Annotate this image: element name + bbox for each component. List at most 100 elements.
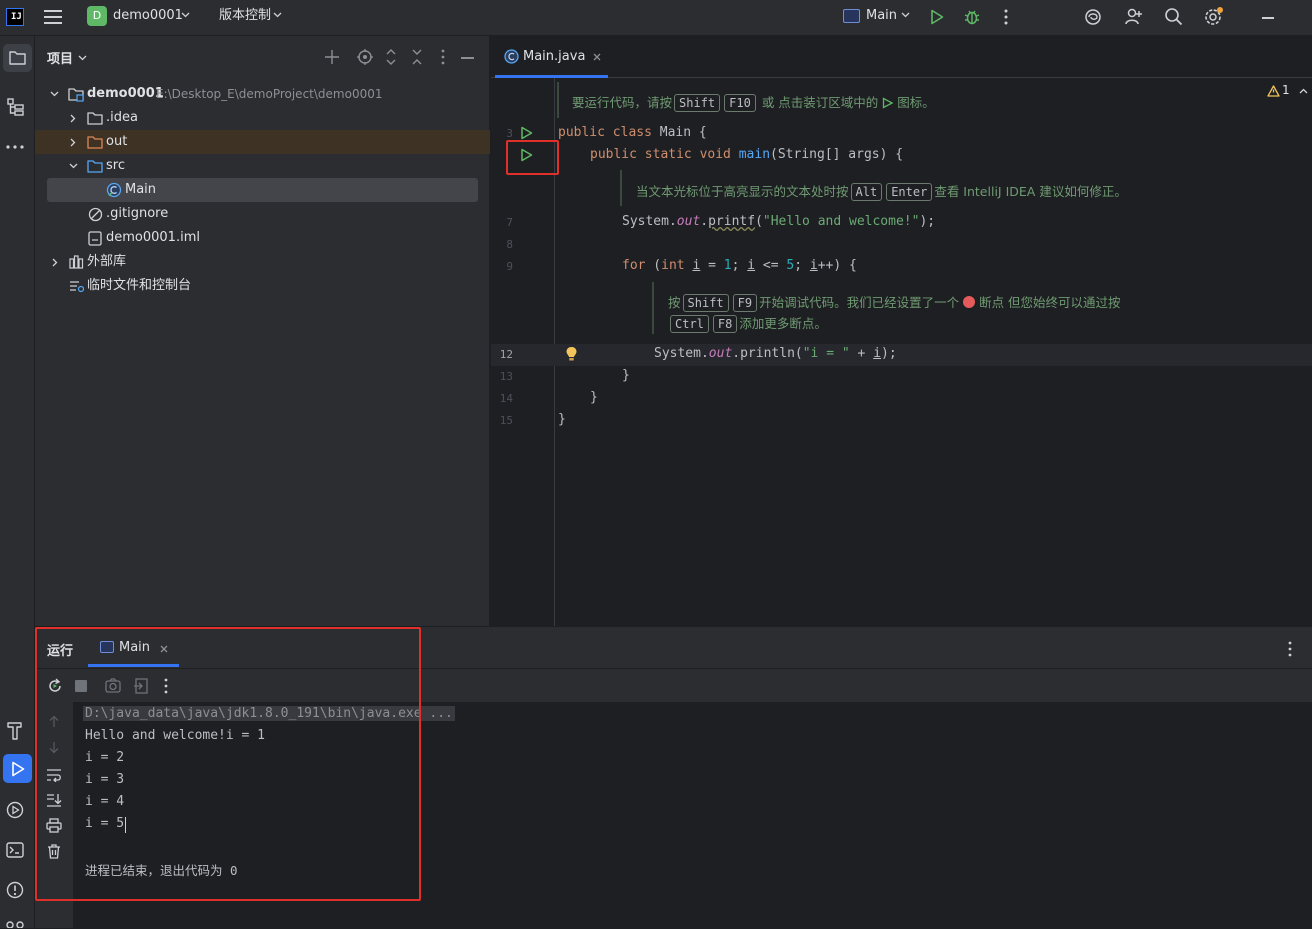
- warning-icon[interactable]: [1267, 85, 1280, 97]
- excluded-folder-icon: [87, 136, 103, 149]
- options-icon[interactable]: [440, 49, 446, 65]
- hide-panel-icon[interactable]: [461, 57, 474, 59]
- project-panel-title[interactable]: 项目: [47, 48, 73, 67]
- line-number: 8: [506, 238, 513, 251]
- tree-item-src[interactable]: src: [35, 154, 490, 178]
- build-hammer-icon[interactable]: [6, 720, 24, 740]
- lightbulb-icon[interactable]: [565, 346, 578, 362]
- intellij-logo-icon[interactable]: IJ: [6, 8, 24, 26]
- tab-main-java[interactable]: Main.java: [495, 36, 608, 78]
- line-number: 13: [499, 370, 513, 383]
- search-icon[interactable]: [1164, 7, 1183, 26]
- breakpoint-icon: [963, 296, 976, 308]
- tab-label: Main.java: [523, 49, 586, 64]
- terminal-icon[interactable]: [6, 842, 24, 858]
- folder-icon: [87, 112, 103, 125]
- chevron-up-icon[interactable]: [1299, 88, 1308, 94]
- tree-item-iml[interactable]: demo0001.iml: [35, 226, 490, 250]
- settings-gear-icon[interactable]: [1203, 6, 1225, 28]
- run-icon[interactable]: [930, 9, 944, 25]
- more-options-icon[interactable]: [1287, 641, 1293, 657]
- close-tab-icon[interactable]: [593, 53, 601, 61]
- code-line-9[interactable]: for (int i = 1; i <= 5; i++) {: [622, 258, 857, 273]
- tree-item-scratches[interactable]: 临时文件和控制台: [35, 274, 490, 298]
- doc-comment-bar: [652, 282, 654, 334]
- code-line-7[interactable]: System.out.printf("Hello and welcome!");: [622, 214, 935, 229]
- structure-icon[interactable]: [7, 98, 24, 117]
- doc-comment-bar: [557, 82, 559, 118]
- tree-label: src: [106, 158, 125, 173]
- line-number: 15: [499, 414, 513, 427]
- run-tool-button[interactable]: [3, 754, 32, 783]
- run-config-selector[interactable]: Main: [866, 0, 897, 34]
- hint-show-intentions: 当文本光标位于高亮显示的文本处时按 Alt Enter 查看 IntelliJ IDE…: [636, 183, 1127, 201]
- debug-icon[interactable]: [963, 8, 981, 26]
- chevron-down-icon[interactable]: [901, 12, 910, 18]
- source-folder-icon: [87, 160, 103, 173]
- module-folder-icon: [68, 88, 84, 102]
- editor-area: Main.java 1 3 7 8 9 12 13 14 15 要运行代码，请按…: [491, 36, 1312, 626]
- git-icon[interactable]: [6, 920, 24, 928]
- code-line-4[interactable]: public static void main(String[] args) {: [590, 147, 903, 162]
- chevron-down-icon[interactable]: [78, 55, 87, 61]
- project-name[interactable]: demo0001: [113, 0, 183, 34]
- highlight-box-run-panel: [35, 627, 421, 901]
- warning-count[interactable]: 1: [1282, 83, 1290, 97]
- module-file-icon: [88, 231, 102, 246]
- java-class-icon: [106, 182, 122, 198]
- run-config-icon[interactable]: [843, 9, 860, 23]
- code-line-15[interactable]: }: [558, 412, 566, 427]
- tree-item-out[interactable]: out: [35, 130, 490, 154]
- more-tools-icon[interactable]: [6, 144, 24, 150]
- ai-assistant-icon[interactable]: [1084, 8, 1102, 26]
- scratches-icon: [70, 281, 84, 293]
- tree-label: Main: [125, 182, 157, 197]
- project-panel: 项目 demo0001 E:\Desktop_E\demoProject\dem…: [35, 36, 490, 626]
- tree-label: .idea: [106, 110, 138, 125]
- current-line-highlight: [491, 344, 1312, 366]
- run-icon: [883, 97, 894, 109]
- highlight-box-gutter: [506, 140, 559, 175]
- vcs-menu[interactable]: 版本控制: [219, 0, 271, 34]
- chevron-down-icon[interactable]: [273, 12, 282, 18]
- doc-comment-bar: [620, 170, 622, 206]
- library-icon: [69, 255, 84, 269]
- more-actions-icon[interactable]: [1003, 9, 1009, 25]
- editor-tab-bar: [491, 36, 1312, 78]
- project-tool-button[interactable]: [3, 44, 32, 72]
- new-file-icon[interactable]: [324, 49, 340, 65]
- chevron-down-icon[interactable]: [181, 12, 190, 18]
- tree-label: demo0001.iml: [106, 230, 200, 245]
- tree-item-root[interactable]: demo0001 E:\Desktop_E\demoProject\demo00…: [35, 82, 490, 106]
- line-number: 14: [499, 392, 513, 405]
- ignore-file-icon: [88, 207, 103, 222]
- main-menu-icon[interactable]: [44, 9, 62, 25]
- tree-item-gitignore[interactable]: .gitignore: [35, 202, 490, 226]
- tree-item-external-libraries[interactable]: 外部库: [35, 250, 490, 274]
- expand-all-icon[interactable]: [385, 49, 397, 65]
- add-user-icon[interactable]: [1124, 7, 1143, 26]
- problems-icon[interactable]: [6, 881, 24, 899]
- tree-label: out: [106, 134, 128, 149]
- code-line-12[interactable]: System.out.println("i = " + i);: [654, 346, 897, 361]
- tree-item-main[interactable]: Main: [47, 178, 478, 202]
- locate-file-icon[interactable]: [357, 49, 373, 65]
- minimize-icon[interactable]: [1262, 17, 1274, 19]
- tree-item-idea[interactable]: .idea: [35, 106, 490, 130]
- line-number: 9: [506, 260, 513, 273]
- collapse-all-icon[interactable]: [411, 49, 423, 65]
- left-tool-window-bar: [0, 36, 35, 928]
- run-class-gutter-icon[interactable]: [520, 126, 533, 140]
- project-badge[interactable]: D: [87, 6, 107, 26]
- hint-debug-line-1: 按 Shift F9 开始调试代码。我们已经设置了一个 断点 但您始终可以通过按: [668, 294, 1121, 312]
- services-icon[interactable]: [6, 801, 24, 819]
- hint-run-code: 要运行代码，请按 Shift F10 或 点击装订区域中的 图标。: [572, 94, 935, 112]
- tree-label: .gitignore: [106, 206, 169, 221]
- java-class-icon: [504, 49, 519, 64]
- code-line-14[interactable]: }: [590, 390, 598, 405]
- code-line-13[interactable]: }: [622, 368, 630, 383]
- code-line-3[interactable]: public class Main {: [558, 125, 707, 140]
- root-name: demo0001: [87, 86, 164, 101]
- hint-debug-line-2: Ctrl F8 添加更多断点。: [668, 313, 827, 333]
- root-path: E:\Desktop_E\demoProject\demo0001: [156, 87, 383, 101]
